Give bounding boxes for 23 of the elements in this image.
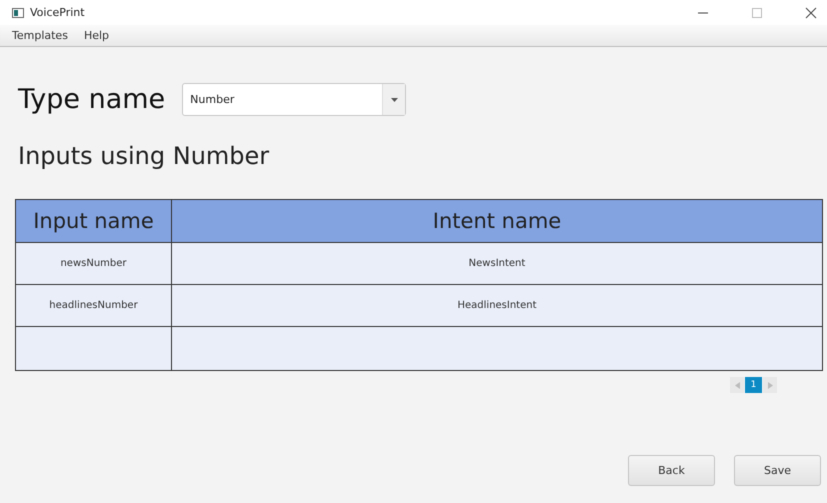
table-cell: newsNumber (16, 242, 172, 284)
table-cell: HeadlinesIntent (172, 284, 822, 326)
column-header: Intent name (172, 200, 822, 242)
maximize-icon[interactable] (751, 6, 763, 18)
next-page-button[interactable] (763, 377, 777, 393)
menu-item[interactable]: Templates (12, 29, 68, 42)
table-cell: NewsIntent (172, 242, 822, 284)
table-cell: headlinesNumber (16, 284, 172, 326)
menu-item[interactable]: Help (84, 29, 110, 42)
section-heading: Inputs using Number (17, 142, 270, 170)
column-header: Input name (16, 200, 172, 242)
type-dropdown[interactable]: Number (182, 83, 406, 116)
previous-page-button[interactable] (730, 377, 744, 393)
action-button[interactable]: Save (734, 455, 821, 486)
right-arrow-icon (768, 382, 772, 388)
caret-icon (390, 98, 398, 102)
page-button[interactable]: 1 (745, 377, 762, 393)
app-icon (12, 8, 24, 18)
action-button[interactable]: Back (628, 455, 715, 486)
type-label: Type name (18, 84, 166, 115)
close-icon[interactable] (805, 6, 817, 18)
window-title: VoicePrint (30, 6, 85, 19)
left-arrow-icon (734, 382, 740, 388)
